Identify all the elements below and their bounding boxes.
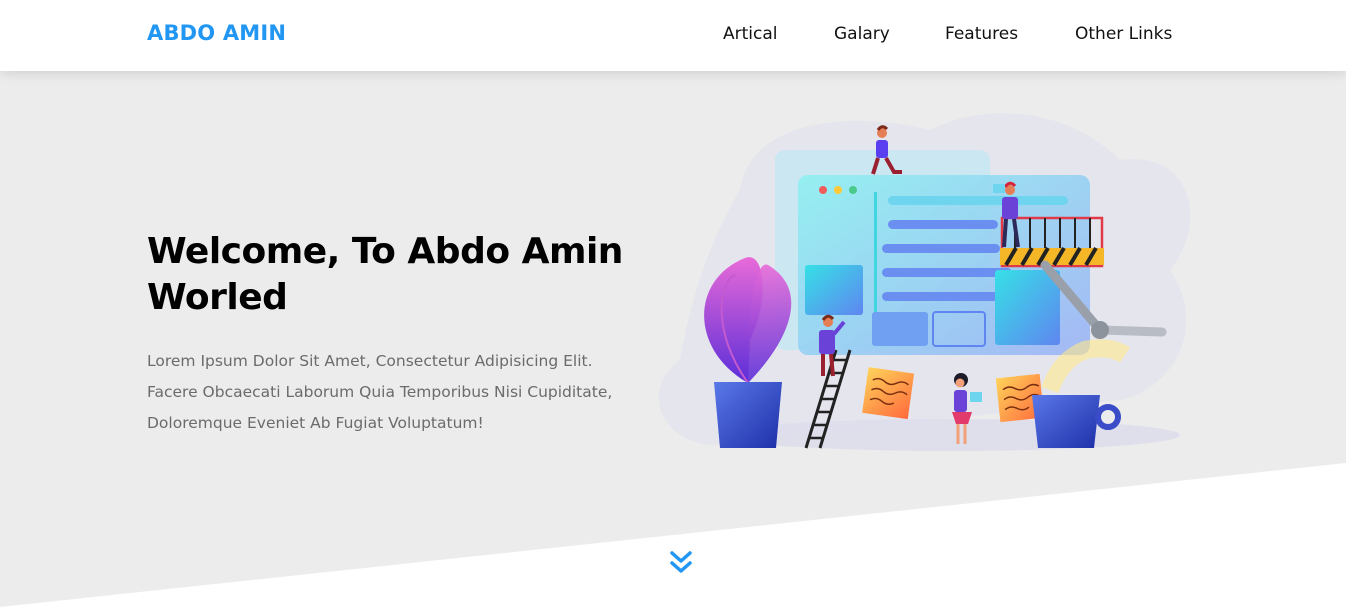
nav-link-features[interactable]: Features: [945, 24, 1018, 44]
nav-link-artical[interactable]: Artical: [723, 24, 778, 44]
angle-double-down-icon: [670, 551, 692, 573]
scroll-down-button[interactable]: [666, 548, 696, 578]
nav-link-other-links[interactable]: Other Links: [1075, 24, 1172, 44]
site-header: ABDO AMIN Artical Galary Features Other …: [0, 0, 1346, 71]
hero-description: Lorem Ipsum Dolor Sit Amet, Consectetur …: [147, 352, 613, 432]
hero-title: Welcome, To Abdo Amin Worled: [147, 231, 623, 318]
main-nav: Artical Galary Features Other Links: [0, 24, 1346, 48]
nav-link-galary[interactable]: Galary: [834, 24, 890, 44]
hero-illustration: [658, 113, 1191, 451]
